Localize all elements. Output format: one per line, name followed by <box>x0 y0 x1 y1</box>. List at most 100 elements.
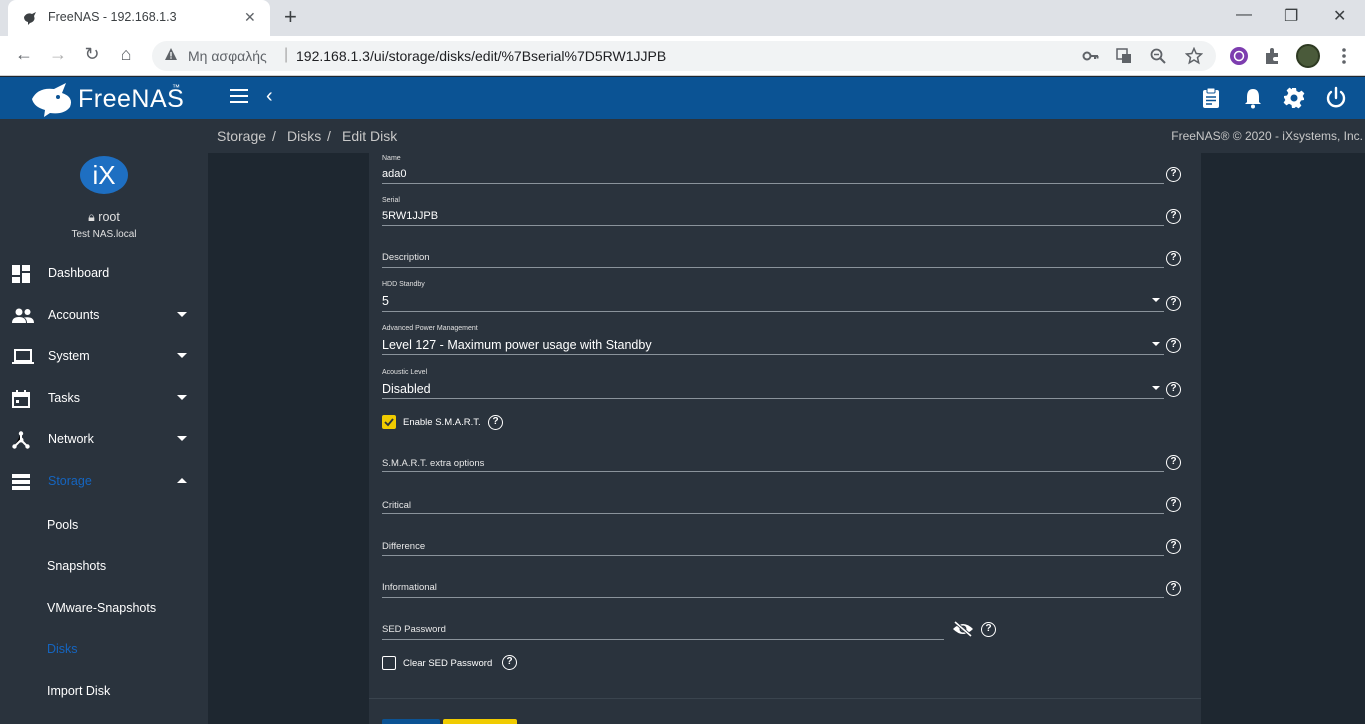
visibility-off-icon[interactable] <box>952 621 974 637</box>
sidebar-item-label: Dashboard <box>48 266 110 280</box>
help-icon[interactable]: ? <box>1166 167 1181 182</box>
url-text[interactable]: 192.168.1.3/ui/storage/disks/edit/%7Bser… <box>296 48 666 64</box>
sidebar-item-tasks[interactable]: Tasks <box>0 380 208 418</box>
form-divider <box>369 698 1201 699</box>
url-separator: | <box>284 46 289 63</box>
sidebar-user: 🔒︎ root <box>0 210 208 225</box>
extensions-icon[interactable] <box>1263 46 1283 66</box>
help-icon[interactable]: ? <box>981 622 996 637</box>
breadcrumb-separator: / <box>327 128 331 144</box>
hostname: Test NAS.local <box>71 229 137 240</box>
tab-close-icon[interactable]: ✕ <box>244 9 256 26</box>
forward-button[interactable]: → <box>46 44 70 65</box>
name-value[interactable]: ada0 <box>382 168 406 180</box>
hdd-standby-label: HDD Standby <box>382 281 425 288</box>
serial-value[interactable]: 5RW1JJPB <box>382 210 438 222</box>
clipboard-icon[interactable] <box>1199 86 1223 110</box>
sidebar-item-system[interactable]: System <box>0 338 208 376</box>
sidebar-subitem-vmware-snapshots[interactable]: VMware-Snapshots <box>47 601 156 615</box>
serial-underline <box>382 225 1164 226</box>
people-icon <box>12 308 34 323</box>
sidebar-item-storage[interactable]: Storage <box>0 463 208 501</box>
lock-icon: 🔒︎ <box>88 210 95 224</box>
star-icon[interactable] <box>1185 47 1203 65</box>
acoustic-level-value[interactable]: Disabled <box>382 382 431 396</box>
sidebar-item-network[interactable]: Network <box>0 421 208 459</box>
menu-icon[interactable] <box>1334 46 1354 66</box>
address-bar[interactable]: Μη ασφαλής | 192.168.1.3/ui/storage/disk… <box>152 41 1216 71</box>
sed-password-underline <box>382 639 944 640</box>
edit-disk-form: Name ada0 ? Serial 5RW1JJPB ? Descriptio… <box>369 153 1201 724</box>
help-icon[interactable]: ? <box>502 655 517 670</box>
app-header: FreeNAS ™ ‹ <box>0 77 1365 119</box>
browser-tab[interactable]: FreeNAS - 192.168.1.3 ✕ <box>8 0 270 36</box>
restore-button[interactable]: ❐ <box>1284 6 1298 26</box>
sidebar-subitem-snapshots[interactable]: Snapshots <box>47 559 106 573</box>
cancel-button[interactable] <box>443 719 517 724</box>
help-icon[interactable]: ? <box>1166 296 1181 311</box>
clear-sed-password-checkbox[interactable] <box>382 656 396 670</box>
name-label: Name <box>382 155 401 162</box>
collapse-chevron-icon[interactable]: ‹ <box>266 85 273 108</box>
svg-text:iX: iX <box>92 160 115 190</box>
warning-icon <box>165 48 177 60</box>
help-icon[interactable]: ? <box>1166 455 1181 470</box>
acoustic-level-underline <box>382 398 1164 399</box>
help-icon[interactable]: ? <box>1166 581 1181 596</box>
profile-avatar[interactable] <box>1296 44 1320 68</box>
zoom-icon[interactable] <box>1150 48 1166 64</box>
ixsystems-logo: iX <box>80 156 128 194</box>
help-icon[interactable]: ? <box>1166 539 1181 554</box>
breadcrumb-storage[interactable]: Storage <box>217 128 266 144</box>
bell-icon[interactable] <box>1241 86 1265 110</box>
serial-label: Serial <box>382 197 400 204</box>
dropdown-arrow-icon <box>1152 386 1160 390</box>
breadcrumb-disks[interactable]: Disks <box>287 128 321 144</box>
hamburger-icon[interactable] <box>230 89 248 107</box>
sidebar-item-accounts[interactable]: Accounts <box>0 297 208 335</box>
sed-password-label: SED Password <box>382 624 446 635</box>
difference-label: Difference <box>382 541 426 552</box>
breadcrumb-edit-disk: Edit Disk <box>342 128 398 144</box>
home-button[interactable]: ⌂ <box>114 44 138 65</box>
power-icon[interactable] <box>1324 86 1348 110</box>
apm-label: Advanced Power Management <box>382 325 478 332</box>
expand-caret-icon <box>177 436 187 441</box>
sidebar-item-label: Storage <box>48 474 92 488</box>
gear-icon[interactable] <box>1282 86 1306 110</box>
window-close-button[interactable]: ✕ <box>1333 6 1346 26</box>
freenas-favicon-icon <box>24 12 36 25</box>
breadcrumb: Storage / Disks / Edit Disk FreeNAS® © 2… <box>208 119 1365 153</box>
minimize-button[interactable]: — <box>1236 6 1252 24</box>
help-icon[interactable]: ? <box>488 415 503 430</box>
enable-smart-checkbox[interactable] <box>382 415 396 429</box>
sidebar: iX 🔒︎ root Test NAS.local Dashboard Acco… <box>0 119 208 724</box>
back-button[interactable]: ← <box>12 44 36 65</box>
acoustic-level-label: Acoustic Level <box>382 369 428 376</box>
collapse-caret-icon <box>177 478 187 483</box>
sidebar-subitem-import-disk[interactable]: Import Disk <box>47 684 110 698</box>
brand-trademark: ™ <box>172 83 180 92</box>
hdd-standby-underline <box>382 311 1164 312</box>
help-icon[interactable]: ? <box>1166 497 1181 512</box>
reload-button[interactable]: ↻ <box>80 44 104 65</box>
save-button[interactable] <box>382 719 440 724</box>
sidebar-subitem-disks[interactable]: Disks <box>47 642 78 656</box>
hdd-standby-value[interactable]: 5 <box>382 294 389 308</box>
help-icon[interactable]: ? <box>1166 338 1181 353</box>
sidebar-item-label: Tasks <box>48 391 80 405</box>
sidebar-subitem-pools[interactable]: Pools <box>47 518 78 532</box>
browser-tab-strip: FreeNAS - 192.168.1.3 ✕ + — ❐ ✕ <box>0 0 1365 36</box>
apm-value[interactable]: Level 127 - Maximum power usage with Sta… <box>382 338 652 352</box>
clear-sed-password-label: Clear SED Password <box>403 658 493 669</box>
help-icon[interactable]: ? <box>1166 251 1181 266</box>
viber-extension-icon[interactable] <box>1229 46 1249 66</box>
help-icon[interactable]: ? <box>1166 209 1181 224</box>
key-icon[interactable] <box>1082 49 1100 63</box>
help-icon[interactable]: ? <box>1166 382 1181 397</box>
sidebar-item-dashboard[interactable]: Dashboard <box>0 255 208 293</box>
informational-underline <box>382 597 1164 598</box>
new-tab-button[interactable]: + <box>284 4 297 30</box>
translate-icon[interactable] <box>1116 48 1132 64</box>
enable-smart-label: Enable S.M.A.R.T. <box>403 417 481 428</box>
